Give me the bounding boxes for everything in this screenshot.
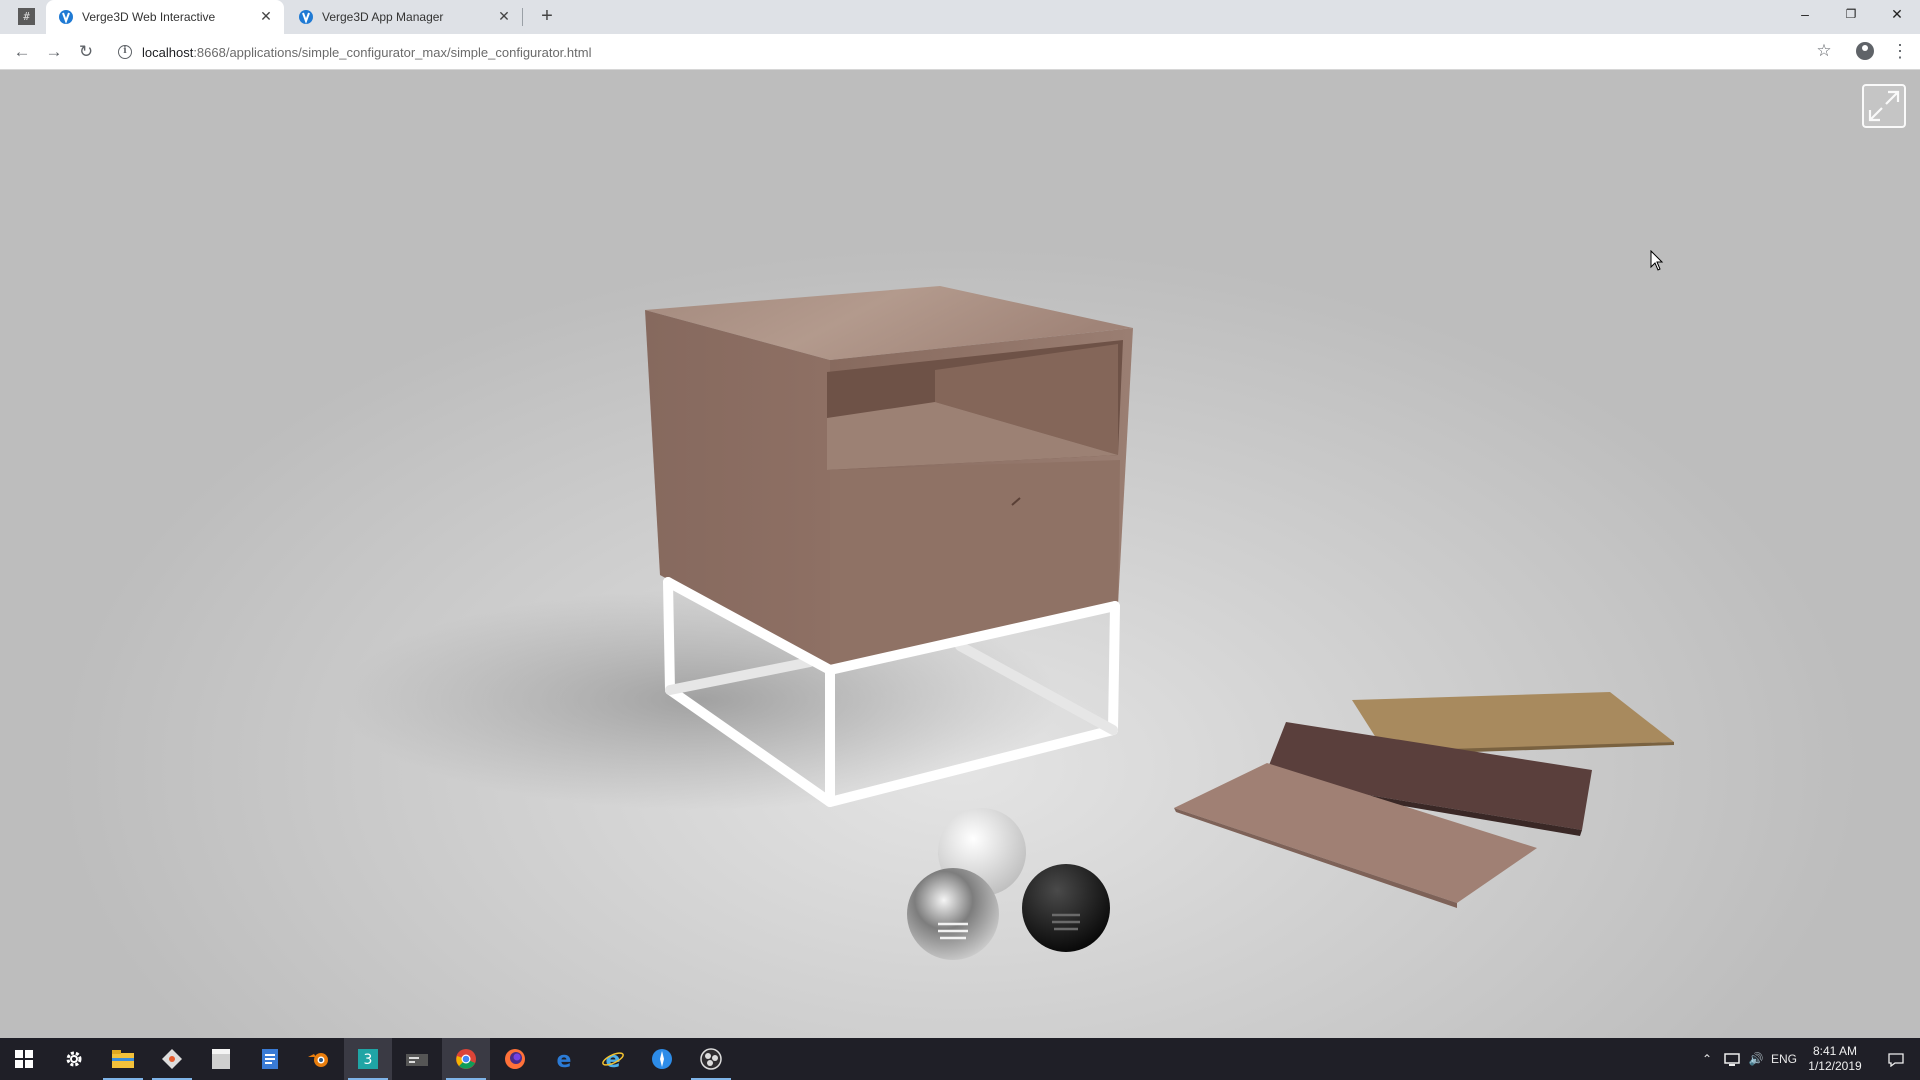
chrome-icon[interactable] <box>442 1038 490 1080</box>
tab-title: Verge3D Web Interactive <box>82 10 216 24</box>
url-text[interactable]: localhost:8668/applications/simple_confi… <box>142 45 591 60</box>
notes-icon[interactable] <box>197 1038 245 1080</box>
action-center-icon[interactable] <box>1876 1038 1916 1080</box>
file-explorer-icon[interactable] <box>99 1038 147 1080</box>
verge3d-canvas[interactable] <box>0 70 1920 1038</box>
reload-icon[interactable]: ↻ <box>74 40 98 64</box>
browser-menu-icon[interactable]: ⋮ <box>1888 39 1912 63</box>
svg-text:e: e <box>557 1048 572 1070</box>
new-tab-button[interactable]: + <box>536 5 558 27</box>
fullscreen-button[interactable] <box>1862 84 1906 128</box>
address-bar[interactable]: i localhost:8668/applications/simple_con… <box>112 38 1828 66</box>
verge3d-favicon-icon <box>59 10 73 24</box>
wood-swatches <box>1174 692 1674 908</box>
clock-time: 8:41 AM <box>1812 1044 1858 1058</box>
tab-separator <box>522 8 523 26</box>
terminal-icon[interactable] <box>393 1038 441 1080</box>
tray-chevron-icon[interactable]: ⌃ <box>1696 1038 1718 1080</box>
maximize-button[interactable]: ❐ <box>1828 0 1874 30</box>
taskbar-clock[interactable]: 8:41 AM 1/12/2019 <box>1800 1044 1870 1074</box>
document-icon[interactable] <box>246 1038 294 1080</box>
back-icon[interactable]: ← <box>10 40 34 64</box>
browser-toolbar: ← → ↻ i localhost:8668/applications/simp… <box>0 34 1920 70</box>
forward-icon[interactable]: → <box>42 40 66 64</box>
blender-icon[interactable] <box>295 1038 343 1080</box>
internet-explorer-icon[interactable]: e <box>589 1038 637 1080</box>
scene-render <box>340 286 1674 960</box>
clock-date: 1/12/2019 <box>1808 1059 1862 1073</box>
fullscreen-icon <box>1868 90 1900 122</box>
metal-swatch-black[interactable] <box>1022 864 1110 952</box>
windows-taskbar: 3 e e ⌃ 🔊 ENG 8:41 AM 1/12/2019 <box>0 1038 1920 1080</box>
language-indicator[interactable]: ENG <box>1768 1038 1800 1080</box>
metal-swatches <box>907 808 1110 960</box>
network-icon[interactable] <box>1720 1038 1744 1080</box>
metal-swatch-chrome[interactable] <box>907 868 999 960</box>
settings-icon[interactable] <box>50 1038 98 1080</box>
firefox-icon[interactable] <box>491 1038 539 1080</box>
site-info-icon[interactable]: i <box>118 45 132 59</box>
3ds-max-icon[interactable]: 3 <box>344 1038 392 1080</box>
profile-avatar-icon[interactable] <box>1856 42 1874 60</box>
mouse-cursor-icon <box>1650 250 1664 271</box>
tab-close-icon[interactable]: ✕ <box>258 8 274 24</box>
svg-text:3: 3 <box>364 1052 373 1068</box>
edge-icon[interactable]: e <box>540 1038 588 1080</box>
close-window-button[interactable]: ✕ <box>1874 0 1920 30</box>
bookmark-star-icon[interactable]: ☆ <box>1812 39 1836 63</box>
tab-title: Verge3D App Manager <box>322 10 444 24</box>
obs-icon[interactable] <box>687 1038 735 1080</box>
windows-start-icon[interactable] <box>0 1038 48 1080</box>
tab-strip: # Verge3D Web Interactive ✕ Verge3D App … <box>0 0 1920 34</box>
pinned-tab-icon[interactable]: # <box>18 8 35 25</box>
tab-verge3d-web-interactive[interactable]: Verge3D Web Interactive ✕ <box>46 0 284 34</box>
verge3d-favicon-icon <box>299 10 313 24</box>
safari-icon[interactable] <box>638 1038 686 1080</box>
git-icon[interactable] <box>148 1038 196 1080</box>
minimize-button[interactable]: – <box>1782 0 1828 30</box>
svg-text:e: e <box>606 1048 621 1070</box>
volume-icon[interactable]: 🔊 <box>1744 1038 1768 1080</box>
tab-close-icon[interactable]: ✕ <box>496 8 512 24</box>
tab-verge3d-app-manager[interactable]: Verge3D App Manager ✕ <box>286 0 522 34</box>
